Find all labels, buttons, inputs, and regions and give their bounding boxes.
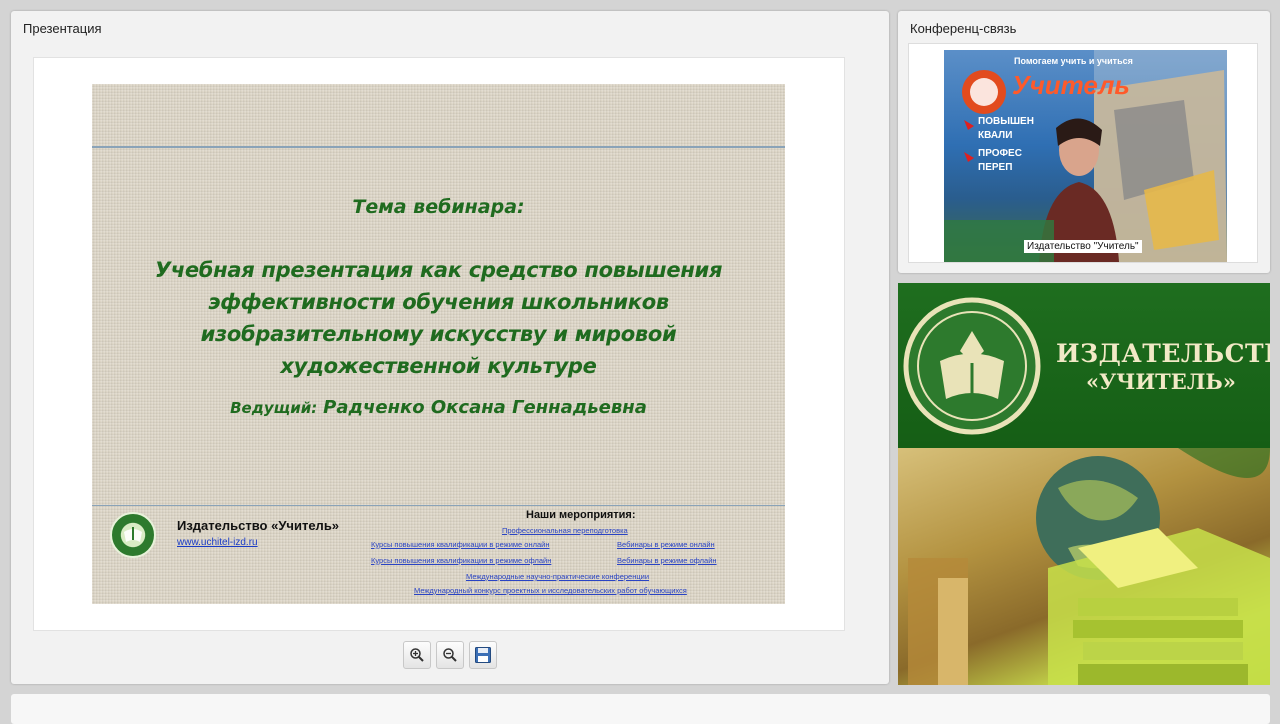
publisher-banner: ИЗДАТЕЛЬСТВО «УЧИТЕЛЬ»: [898, 283, 1270, 685]
conference-panel: Конференц-связь Помогаем учить и учиться…: [898, 11, 1270, 273]
save-icon: [475, 647, 491, 663]
event-link[interactable]: Профессиональная переподготовка: [502, 526, 628, 535]
video-container[interactable]: Помогаем учить и учиться Учитель ПОВЫШЕН…: [908, 43, 1258, 263]
conference-panel-title: Конференц-связь: [910, 21, 1017, 36]
poster-line: ПРОФЕС: [978, 148, 1022, 159]
event-link[interactable]: Международный конкурс проектных и исслед…: [414, 586, 687, 595]
zoom-in-button[interactable]: [403, 641, 431, 669]
event-link[interactable]: Курсы повышения квалификации в режиме оф…: [371, 556, 551, 565]
slide-theme-text: Учебная презентация как средство повышен…: [154, 258, 723, 378]
poster-brand: Учитель: [1012, 70, 1130, 100]
zoom-out-button[interactable]: [436, 641, 464, 669]
participant-name-label: Издательство "Учитель": [1024, 240, 1142, 253]
poster-line: ПЕРЕП: [978, 162, 1013, 173]
slide-host-name: Радченко Оксана Геннадьевна: [323, 397, 647, 418]
video-stream[interactable]: Помогаем учить и учиться Учитель ПОВЫШЕН…: [944, 50, 1227, 262]
slide-publisher-link[interactable]: www.uchitel-izd.ru: [177, 537, 258, 548]
banner-publisher-line1: ИЗДАТЕЛЬСТВО: [1056, 339, 1270, 368]
poster-line: ПОВЫШЕН: [978, 116, 1034, 127]
save-button[interactable]: [469, 641, 497, 669]
poster-slogan: Помогаем учить и учиться: [1014, 56, 1133, 66]
zoom-out-icon: [443, 648, 457, 662]
presentation-panel: Презентация Тема вебинара: Учебная презе…: [11, 11, 889, 684]
slide: Тема вебинара: Учебная презентация как с…: [92, 84, 785, 604]
slide-divider-bottom: [92, 505, 785, 506]
event-link[interactable]: Курсы повышения квалификации в режиме он…: [371, 540, 550, 549]
publisher-logo-icon: [903, 297, 1041, 435]
slide-publisher-name: Издательство «Учитель»: [177, 518, 340, 533]
banner-image: [898, 448, 1270, 685]
slide-theme-label: Тема вебинара:: [352, 196, 525, 218]
presentation-panel-title: Презентация: [23, 21, 102, 36]
event-link[interactable]: Международные научно-практические конфер…: [466, 572, 649, 581]
slide-host-line: Ведущий: Радченко Оксана Геннадьевна: [92, 397, 785, 418]
slide-viewer[interactable]: Тема вебинара: Учебная презентация как с…: [33, 57, 845, 631]
poster-line: КВАЛИ: [978, 130, 1013, 141]
publisher-logo-icon: [110, 512, 156, 558]
banner-header: ИЗДАТЕЛЬСТВО «УЧИТЕЛЬ»: [898, 283, 1270, 448]
slide-host-label: Ведущий:: [230, 399, 318, 417]
event-link[interactable]: Вебинары в режиме онлайн: [617, 540, 715, 549]
event-link[interactable]: Вебинары в режиме офлайн: [617, 556, 717, 565]
slide-events-title: Наши мероприятия:: [526, 509, 636, 521]
slide-divider-top: [92, 146, 785, 148]
zoom-in-icon: [410, 648, 424, 662]
books-globe-illustration: [908, 448, 1270, 685]
banner-publisher-line2: «УЧИТЕЛЬ»: [1086, 369, 1236, 394]
